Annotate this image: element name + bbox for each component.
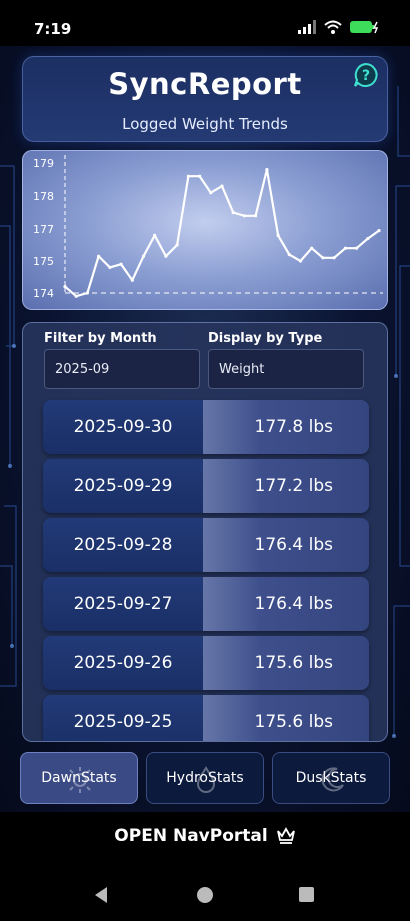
entry-value: 176.4 lbs: [254, 535, 333, 555]
tab-label: DawnStats: [41, 770, 117, 786]
entry-value: 176.4 lbs: [254, 594, 333, 614]
home-icon[interactable]: [196, 886, 214, 904]
help-icon[interactable]: ?: [353, 62, 379, 88]
data-point: [276, 233, 280, 237]
entry-date: 2025-09-25: [73, 712, 173, 732]
status-bar: 7:19: [0, 0, 410, 46]
data-point: [298, 259, 303, 263]
data-point: [85, 291, 89, 295]
data-point: [108, 265, 112, 269]
list-item[interactable]: 2025-09-27 176.4 lbs: [43, 577, 369, 631]
data-point: [119, 262, 123, 266]
entry-value: 177.2 lbs: [254, 476, 333, 496]
nav-portal-button[interactable]: OPEN NavPortal: [0, 812, 410, 860]
log-panel: Filter by Month 2025-09 Display by Type …: [22, 322, 388, 742]
list-item[interactable]: 2025-09-28 176.4 lbs: [43, 518, 369, 572]
entry-value: 175.6 lbs: [254, 712, 333, 732]
data-point: [175, 243, 179, 247]
y-tick-label: 179: [33, 157, 54, 170]
tab-duskstats[interactable]: DuskStats: [272, 752, 390, 804]
app-screen: SyncReport Logged Weight Trends ? 174 175…: [0, 46, 410, 812]
list-item[interactable]: 2025-09-29 177.2 lbs: [43, 459, 369, 513]
header-card: SyncReport Logged Weight Trends ?: [22, 56, 388, 142]
month-filter-label: Filter by Month: [44, 331, 157, 346]
weight-series-line: [64, 168, 380, 298]
data-point: [220, 184, 224, 188]
list-item[interactable]: 2025-09-25 175.6 lbs: [43, 695, 369, 741]
entry-date: 2025-09-27: [73, 594, 173, 614]
battery-charging-icon: [350, 21, 379, 34]
data-point: [164, 254, 168, 258]
data-point: [287, 253, 291, 257]
recents-icon[interactable]: [299, 887, 314, 902]
back-icon[interactable]: [92, 886, 110, 904]
entry-value: 177.8 lbs: [254, 417, 333, 437]
type-filter-label: Display by Type: [208, 331, 323, 346]
app-subtitle: Logged Weight Trends: [122, 115, 288, 133]
y-tick-label: 175: [33, 255, 54, 268]
y-tick-label: 178: [33, 190, 54, 203]
month-filter-input[interactable]: 2025-09: [44, 349, 200, 389]
entry-value: 175.6 lbs: [254, 653, 333, 673]
y-tick-label: 174: [33, 287, 54, 300]
tab-dawnstats[interactable]: DawnStats: [20, 752, 138, 804]
data-point: [366, 237, 370, 241]
entry-date: 2025-09-30: [73, 417, 173, 437]
data-point: [377, 229, 381, 233]
data-point: [97, 254, 101, 258]
signal-icon: [298, 20, 316, 34]
weight-chart: 174 175 177 178 179: [22, 150, 388, 310]
data-point: [355, 246, 359, 250]
stats-tab-bar: DawnStats HydroStats DuskStats: [20, 752, 390, 804]
y-tick-label: 177: [33, 223, 54, 236]
weight-chart-svg: 174 175 177 178 179: [33, 155, 383, 300]
data-point: [141, 254, 146, 258]
list-item[interactable]: 2025-09-26 175.6 lbs: [43, 636, 369, 690]
crown-icon: [276, 827, 295, 844]
entry-date: 2025-09-29: [73, 476, 173, 496]
data-point: [265, 168, 269, 172]
svg-text:?: ?: [362, 68, 370, 84]
data-point: [153, 233, 157, 237]
tab-label: HydroStats: [166, 770, 244, 786]
system-nav-bar: [0, 860, 410, 921]
data-point: [332, 256, 336, 260]
entry-list: 2025-09-30 177.8 lbs 2025-09-29 177.2 lb…: [43, 400, 369, 741]
entry-date: 2025-09-26: [73, 653, 173, 673]
wifi-icon: [324, 20, 342, 34]
tab-label: DuskStats: [295, 770, 367, 786]
data-point: [231, 210, 235, 215]
tab-hydrostats[interactable]: HydroStats: [146, 752, 264, 804]
nav-portal-label: OPEN NavPortal: [114, 826, 268, 846]
data-point: [63, 285, 67, 289]
app-title: SyncReport: [108, 67, 302, 101]
entry-date: 2025-09-28: [73, 535, 173, 555]
list-item[interactable]: 2025-09-30 177.8 lbs: [43, 400, 369, 454]
data-point: [254, 214, 258, 218]
data-point: [74, 294, 78, 298]
data-point: [209, 191, 213, 195]
data-point: [321, 256, 325, 260]
status-icons: [298, 20, 380, 34]
data-point: [242, 214, 246, 218]
data-point: [343, 246, 347, 250]
data-point: [186, 174, 190, 178]
type-filter-select[interactable]: Weight: [208, 349, 364, 389]
status-time: 7:19: [34, 20, 72, 38]
data-point: [130, 278, 134, 282]
data-point: [198, 174, 202, 178]
data-point: [310, 246, 314, 250]
